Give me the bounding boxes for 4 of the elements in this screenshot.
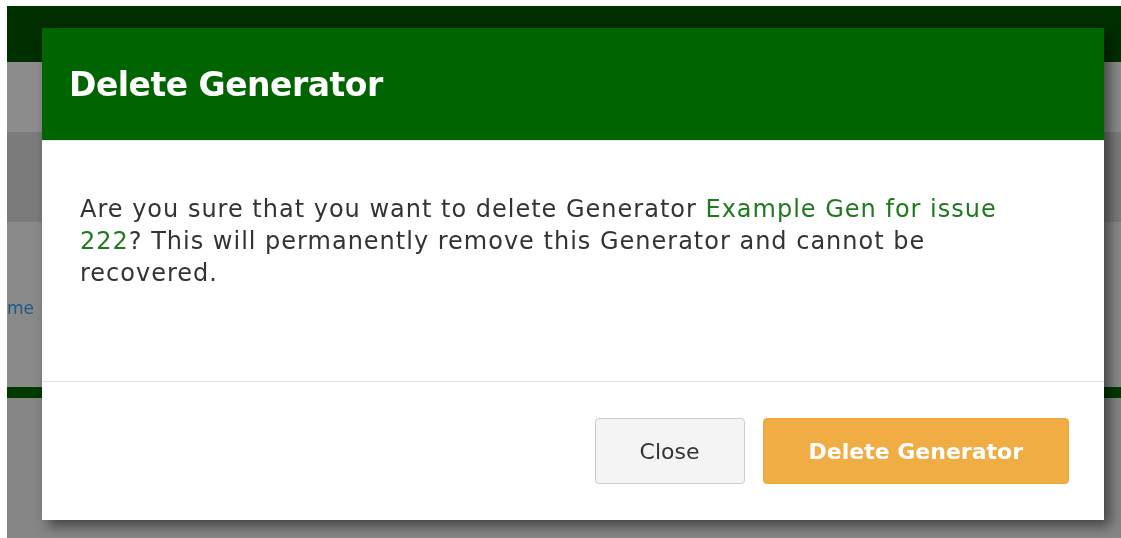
close-button[interactable]: Close	[594, 418, 745, 484]
dialog-title: Delete Generator	[69, 64, 383, 104]
confirmation-message: Are you sure that you want to delete Generator Example Gen for issue 222? This will permanently remove this Generator and cannot be recovered.	[80, 194, 998, 289]
delete-button[interactable]: Delete Generator	[762, 418, 1069, 484]
